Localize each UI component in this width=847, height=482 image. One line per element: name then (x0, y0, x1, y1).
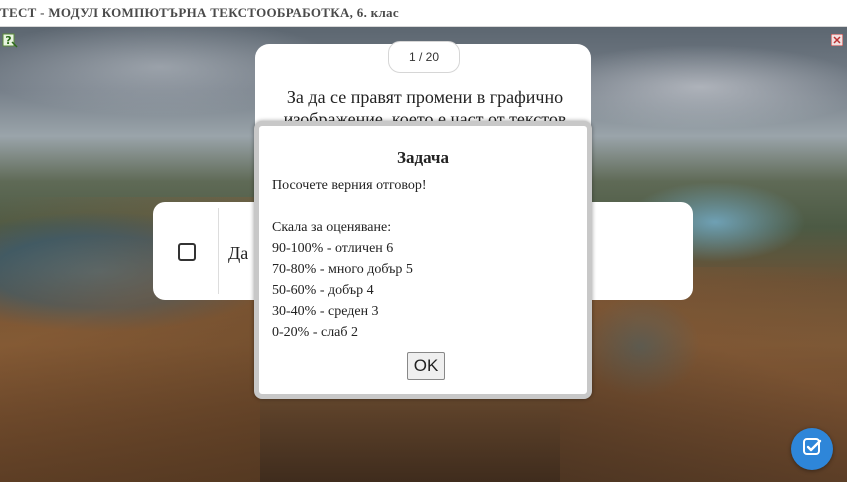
grading-scale-heading: Скала за оценяване: (272, 220, 392, 235)
dialog-instruction: Посочете верния отговор! (272, 178, 427, 193)
question-line-1: За да се правят промени в графично (286, 87, 564, 107)
grade-line-6: 90-100% - отличен 6 (272, 241, 394, 256)
check-submit-icon (801, 436, 823, 463)
ok-button[interactable]: OK (407, 352, 445, 380)
dialog-blank-line (272, 196, 582, 217)
title-bar: ТЕСТ - МОДУЛ КОМПЮТЪРНА ТЕКСТООБРАБОТКА,… (0, 0, 847, 27)
window-title: ТЕСТ - МОДУЛ КОМПЮТЪРНА ТЕКСТООБРАБОТКА,… (0, 5, 399, 20)
svg-text:?: ? (5, 34, 11, 47)
task-dialog: Задача Посочете верния отговор! Скала за… (254, 121, 592, 399)
grade-line-4: 50-60% - добър 4 (272, 283, 374, 298)
grade-line-5: 70-80% - много добър 5 (272, 262, 413, 277)
question-counter: 1 / 20 (388, 41, 460, 73)
help-question-icon[interactable]: ? (2, 32, 18, 48)
answer-option-text[interactable]: Да (228, 243, 248, 264)
dialog-title: Задача (397, 148, 449, 167)
answer-checkbox[interactable] (178, 243, 196, 261)
close-x-icon[interactable] (830, 33, 844, 47)
grade-line-2: 0-20% - слаб 2 (272, 325, 359, 340)
submit-check-button[interactable] (791, 428, 833, 470)
grade-line-3: 30-40% - среден 3 (272, 304, 379, 319)
answer-divider (218, 208, 219, 294)
dialog-body: Посочете верния отговор! Скала за оценяв… (272, 175, 582, 343)
